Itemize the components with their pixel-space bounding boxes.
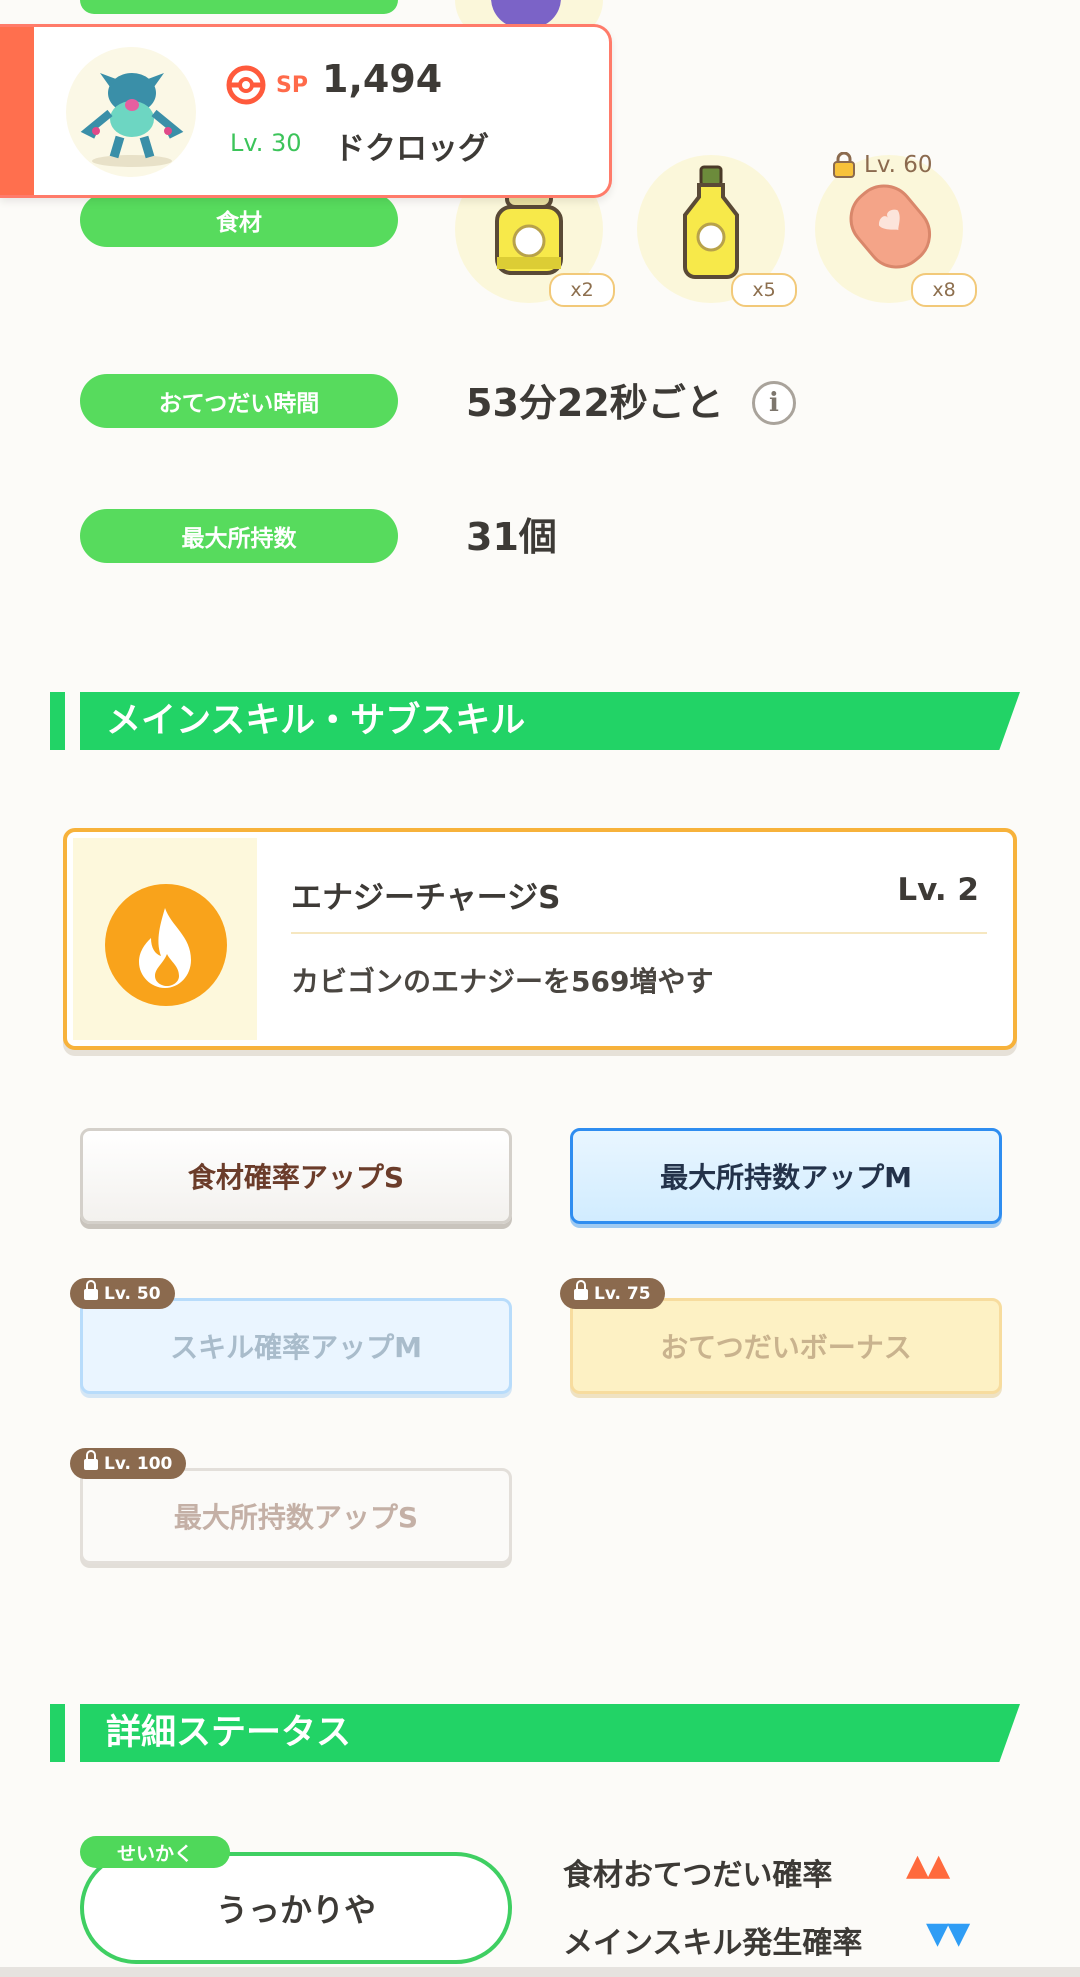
- pokemon-name: ドクロッグ: [334, 131, 489, 167]
- nature-effect-up-indicator: ▲▲: [906, 1848, 950, 1883]
- lock-icon: [84, 1450, 98, 1470]
- help-time-value: 53分22秒ごと: [466, 381, 724, 425]
- sub-skill-label: おてつだいボーナス: [660, 1331, 912, 1364]
- ingredient-qty: x2: [549, 273, 615, 307]
- sp-value: 1,494: [322, 57, 443, 101]
- lock-level-text: Lv. 50: [104, 1283, 161, 1304]
- skills-section-header: メインスキル・サブスキル: [50, 692, 1020, 750]
- ingredients-label-text: 食材: [216, 210, 262, 236]
- skills-section-title: メインスキル・サブスキル: [106, 701, 526, 741]
- poke-ball-icon: [226, 65, 266, 105]
- lock-icon: [574, 1280, 588, 1300]
- ingredient-lock-level: Lv. 60: [832, 148, 933, 182]
- flame-icon: [105, 884, 227, 1006]
- lock-level-tag: Lv. 50: [70, 1278, 175, 1309]
- bottom-edge: [0, 1967, 1080, 1977]
- nature-tag: せいかく: [80, 1836, 230, 1868]
- nature-effect-label: メインスキル発生確率: [563, 1926, 863, 1961]
- sub-skill-button-locked[interactable]: おてつだいボーナス: [570, 1298, 1002, 1394]
- ingredient-slot-2[interactable]: x5: [637, 155, 797, 307]
- ingredient-qty: x8: [911, 273, 977, 307]
- sub-skill-button[interactable]: 食材確率アップS: [80, 1128, 512, 1224]
- sausage-icon: [849, 184, 932, 269]
- nature-tag-text: せいかく: [116, 1842, 193, 1865]
- main-skill-description: カビゴンのエナジーを569増やす: [291, 965, 714, 998]
- sub-skill-button-locked[interactable]: スキル確率アップM: [80, 1298, 512, 1394]
- main-skill-name: エナジーチャージS: [291, 880, 561, 916]
- pokemon-header-card[interactable]: SP 1,494 Lv. 30 ドクロッグ: [0, 24, 612, 198]
- help-time-label: おてつだい時間: [80, 374, 398, 428]
- max-carry-label: 最大所持数: [80, 509, 398, 563]
- help-time-label-text: おてつだい時間: [158, 391, 320, 417]
- lock-level-text: Lv. 75: [594, 1283, 651, 1304]
- sub-skill-label: 最大所持数アップS: [173, 1501, 419, 1534]
- oil-bottle-icon: [683, 165, 739, 279]
- pokemon-avatar: [66, 47, 196, 177]
- max-carry-label-text: 最大所持数: [181, 526, 297, 552]
- main-skill-level: Lv. 2: [897, 872, 979, 908]
- main-skill-divider: [291, 932, 987, 934]
- main-skill-card[interactable]: エナジーチャージS Lv. 2 カビゴンのエナジーを569増やす: [63, 828, 1017, 1050]
- ingredient-qty: x5: [731, 273, 797, 307]
- sub-skill-label: 最大所持数アップM: [660, 1161, 912, 1194]
- sub-skill-label: スキル確率アップM: [170, 1331, 422, 1364]
- lock-level-text: Lv. 60: [864, 152, 933, 178]
- ingredients-label: 食材: [80, 193, 398, 247]
- nature-effect-down-indicator: ▼▼: [926, 1916, 970, 1951]
- partial-pill-top: [80, 0, 398, 14]
- pokemon-level: Lv. 30: [230, 129, 302, 157]
- card-accent-stripe: [0, 27, 34, 195]
- lock-icon: [84, 1280, 98, 1300]
- info-icon[interactable]: i: [752, 381, 796, 425]
- lock-level-text: Lv. 100: [104, 1453, 173, 1474]
- nature-value: うっかりや: [215, 1891, 376, 1929]
- sub-skill-button[interactable]: 最大所持数アップM: [570, 1128, 1002, 1224]
- nature-box[interactable]: うっかりや: [80, 1852, 512, 1964]
- detail-section-title: 詳細ステータス: [106, 1713, 352, 1753]
- max-carry-value: 31個: [466, 515, 557, 559]
- lock-icon: [833, 152, 855, 178]
- nature-effect-label: 食材おてつだい確率: [563, 1858, 833, 1893]
- sub-skill-button-locked[interactable]: 最大所持数アップS: [80, 1468, 512, 1564]
- detail-section-header: 詳細ステータス: [50, 1704, 1020, 1762]
- lock-level-tag: Lv. 100: [70, 1448, 187, 1479]
- sp-label: SP: [276, 73, 308, 98]
- lock-level-tag: Lv. 75: [560, 1278, 665, 1309]
- main-skill-icon-panel: [73, 838, 257, 1040]
- sub-skill-label: 食材確率アップS: [187, 1161, 405, 1194]
